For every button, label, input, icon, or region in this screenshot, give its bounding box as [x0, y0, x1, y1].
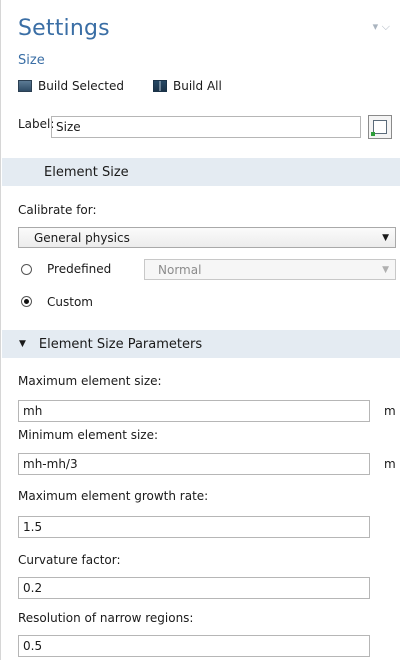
- min-element-size-unit: m: [384, 457, 396, 471]
- calibrate-for-select[interactable]: General physics ▼: [18, 227, 396, 248]
- min-element-size-label: Minimum element size:: [18, 428, 159, 442]
- pin-icon[interactable]: ▾ ⌵: [373, 20, 390, 34]
- min-element-size-input[interactable]: mh-mh/3: [18, 453, 370, 475]
- curvature-factor-label: Curvature factor:: [18, 553, 121, 567]
- predefined-radio[interactable]: [21, 264, 32, 275]
- max-growth-rate-input[interactable]: 1.5: [18, 516, 370, 538]
- element-size-parameters-section-header[interactable]: ▼ Element Size Parameters: [2, 330, 400, 358]
- node-name: Size: [18, 53, 45, 68]
- build-selected-icon: [18, 80, 32, 92]
- calibrate-for-label: Calibrate for:: [18, 203, 97, 217]
- max-element-size-unit: m: [384, 404, 396, 418]
- narrow-regions-resolution-label: Resolution of narrow regions:: [18, 611, 194, 625]
- label-options-button[interactable]: [368, 115, 392, 139]
- custom-radio[interactable]: [21, 296, 32, 307]
- settings-panel: Settings ▾ ⌵ Size Build Selected Build A…: [0, 0, 400, 660]
- chevron-down-icon: ▼: [382, 265, 389, 275]
- element-size-parameters-title: Element Size Parameters: [38, 336, 203, 352]
- calibrate-for-value: General physics: [34, 231, 130, 245]
- predefined-size-value: Normal: [158, 263, 202, 277]
- build-selected-button[interactable]: Build Selected: [18, 77, 124, 95]
- max-element-size-label: Maximum element size:: [18, 374, 162, 388]
- curvature-factor-input[interactable]: 0.2: [18, 577, 370, 599]
- predefined-label: Predefined: [47, 262, 112, 276]
- narrow-regions-resolution-input[interactable]: 0.5: [18, 635, 370, 657]
- chevron-down-icon: ▼: [382, 233, 389, 243]
- element-size-section-header[interactable]: Element Size: [2, 158, 400, 186]
- build-all-button[interactable]: Build All: [153, 77, 222, 95]
- element-size-section-title: Element Size: [44, 164, 129, 180]
- collapse-arrow-icon: ▼: [19, 339, 26, 349]
- custom-label: Custom: [47, 295, 93, 309]
- comment-icon: [371, 120, 387, 136]
- build-all-icon: [153, 80, 167, 92]
- label-input[interactable]: Size: [51, 116, 361, 138]
- predefined-size-select[interactable]: Normal ▼: [144, 259, 396, 280]
- max-element-size-input[interactable]: mh: [18, 400, 370, 422]
- panel-title: Settings: [18, 16, 110, 41]
- label-caption: Label:: [18, 117, 55, 131]
- build-selected-label: Build Selected: [38, 79, 124, 93]
- max-growth-rate-label: Maximum element growth rate:: [18, 489, 209, 503]
- build-all-label: Build All: [173, 79, 222, 93]
